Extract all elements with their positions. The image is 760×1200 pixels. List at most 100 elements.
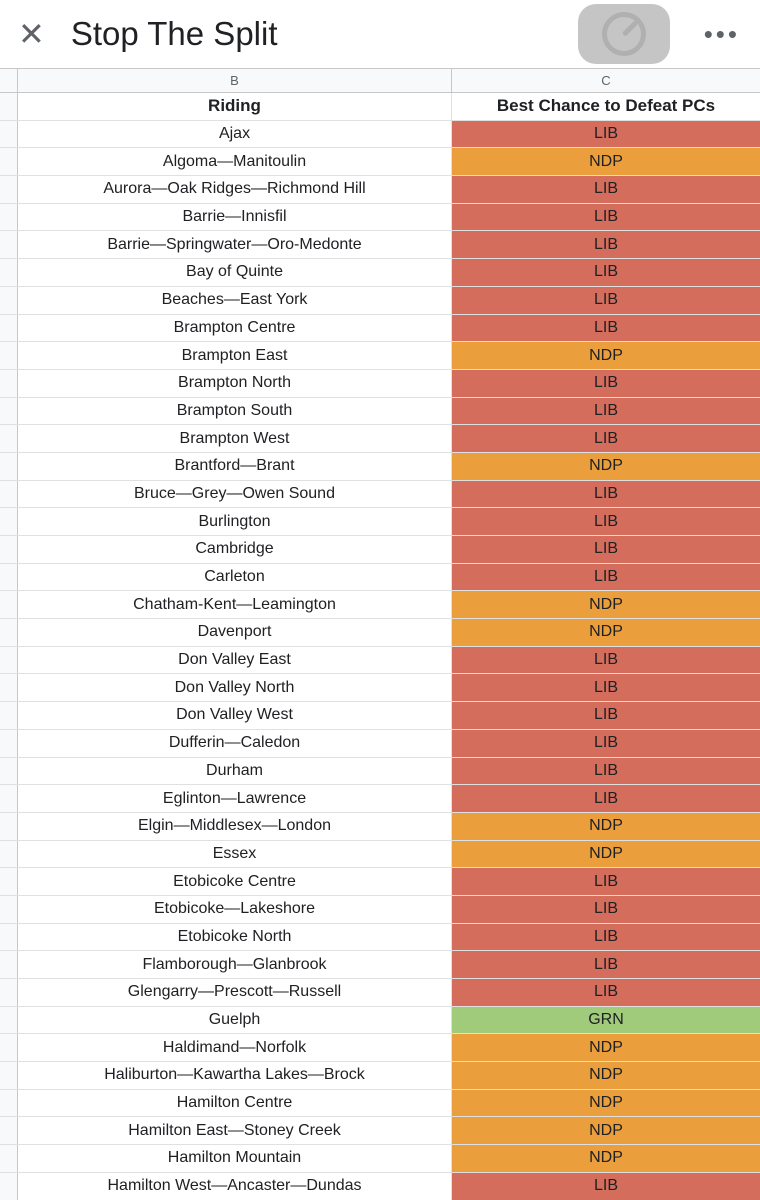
row-gutter[interactable] [0,1007,18,1034]
app-launcher-icon[interactable] [578,4,670,64]
riding-cell[interactable]: Haliburton—Kawartha Lakes—Brock [18,1062,452,1089]
riding-cell[interactable]: Hamilton West—Ancaster—Dundas [18,1173,452,1200]
riding-cell[interactable]: Don Valley North [18,674,452,701]
riding-cell[interactable]: Don Valley West [18,702,452,729]
row-gutter[interactable] [0,1090,18,1117]
row-gutter[interactable] [0,204,18,231]
riding-cell[interactable]: Brampton East [18,342,452,369]
row-gutter[interactable] [0,951,18,978]
riding-cell[interactable]: Essex [18,841,452,868]
party-cell[interactable]: NDP [452,619,760,646]
riding-cell[interactable]: Chatham-Kent—Leamington [18,591,452,618]
riding-cell[interactable]: Carleton [18,564,452,591]
party-cell[interactable]: NDP [452,1145,760,1172]
party-cell[interactable]: LIB [452,481,760,508]
party-cell[interactable]: LIB [452,398,760,425]
row-gutter[interactable] [0,370,18,397]
party-cell[interactable]: NDP [452,342,760,369]
riding-cell[interactable]: Aurora—Oak Ridges—Richmond Hill [18,176,452,203]
party-cell[interactable]: LIB [452,231,760,258]
riding-cell[interactable]: Guelph [18,1007,452,1034]
riding-cell[interactable]: Ajax [18,121,452,148]
riding-cell[interactable]: Bay of Quinte [18,259,452,286]
riding-cell[interactable]: Durham [18,758,452,785]
row-gutter[interactable] [0,924,18,951]
row-gutter[interactable] [0,481,18,508]
riding-cell[interactable]: Bruce—Grey—Owen Sound [18,481,452,508]
row-gutter[interactable] [0,1145,18,1172]
row-gutter[interactable] [0,231,18,258]
party-cell[interactable]: LIB [452,259,760,286]
row-gutter[interactable] [0,287,18,314]
riding-cell[interactable]: Barrie—Springwater—Oro-Medonte [18,231,452,258]
riding-header-cell[interactable]: Riding [18,93,452,120]
party-cell[interactable]: LIB [452,176,760,203]
row-gutter[interactable] [0,702,18,729]
row-gutter[interactable] [0,785,18,812]
riding-cell[interactable]: Brampton West [18,425,452,452]
row-gutter[interactable] [0,508,18,535]
row-gutter[interactable] [0,1034,18,1061]
more-menu-icon[interactable]: ••• [694,19,750,50]
riding-cell[interactable]: Hamilton East—Stoney Creek [18,1117,452,1144]
party-cell[interactable]: LIB [452,508,760,535]
riding-cell[interactable]: Glengarry—Prescott—Russell [18,979,452,1006]
party-cell[interactable]: LIB [452,951,760,978]
riding-cell[interactable]: Dufferin—Caledon [18,730,452,757]
row-gutter[interactable] [0,564,18,591]
party-cell[interactable]: LIB [452,979,760,1006]
row-gutter[interactable] [0,93,18,120]
party-cell[interactable]: LIB [452,1173,760,1200]
riding-cell[interactable]: Hamilton Centre [18,1090,452,1117]
party-cell[interactable]: NDP [452,1062,760,1089]
riding-cell[interactable]: Algoma—Manitoulin [18,148,452,175]
row-gutter[interactable] [0,176,18,203]
party-cell[interactable]: NDP [452,841,760,868]
row-gutter[interactable] [0,674,18,701]
column-gutter[interactable] [0,69,18,92]
riding-cell[interactable]: Davenport [18,619,452,646]
row-gutter[interactable] [0,453,18,480]
party-cell[interactable]: LIB [452,121,760,148]
party-cell[interactable]: NDP [452,1117,760,1144]
party-cell[interactable]: LIB [452,785,760,812]
riding-cell[interactable]: Etobicoke North [18,924,452,951]
riding-cell[interactable]: Etobicoke—Lakeshore [18,896,452,923]
riding-cell[interactable]: Elgin—Middlesex—London [18,813,452,840]
riding-cell[interactable]: Barrie—Innisfil [18,204,452,231]
riding-cell[interactable]: Brantford—Brant [18,453,452,480]
column-letter-b[interactable]: B [18,69,452,92]
column-letter-c[interactable]: C [452,69,760,92]
row-gutter[interactable] [0,259,18,286]
party-cell[interactable]: LIB [452,204,760,231]
riding-cell[interactable]: Brampton South [18,398,452,425]
party-cell[interactable]: LIB [452,924,760,951]
row-gutter[interactable] [0,425,18,452]
close-icon[interactable]: ✕ [10,14,53,54]
riding-cell[interactable]: Don Valley East [18,647,452,674]
party-cell[interactable]: LIB [452,425,760,452]
party-cell[interactable]: NDP [452,1090,760,1117]
party-cell[interactable]: LIB [452,758,760,785]
party-cell[interactable]: LIB [452,315,760,342]
party-cell[interactable]: LIB [452,536,760,563]
row-gutter[interactable] [0,730,18,757]
row-gutter[interactable] [0,148,18,175]
row-gutter[interactable] [0,121,18,148]
riding-cell[interactable]: Etobicoke Centre [18,868,452,895]
row-gutter[interactable] [0,619,18,646]
riding-cell[interactable]: Cambridge [18,536,452,563]
row-gutter[interactable] [0,315,18,342]
spreadsheet[interactable]: B C Riding Best Chance to Defeat PCs Aja… [0,68,760,1200]
party-cell[interactable]: LIB [452,564,760,591]
row-gutter[interactable] [0,868,18,895]
party-cell[interactable]: GRN [452,1007,760,1034]
party-cell[interactable]: NDP [452,453,760,480]
party-cell[interactable]: LIB [452,287,760,314]
row-gutter[interactable] [0,813,18,840]
row-gutter[interactable] [0,758,18,785]
party-cell[interactable]: LIB [452,647,760,674]
riding-cell[interactable]: Brampton Centre [18,315,452,342]
party-cell[interactable]: LIB [452,868,760,895]
row-gutter[interactable] [0,1173,18,1200]
